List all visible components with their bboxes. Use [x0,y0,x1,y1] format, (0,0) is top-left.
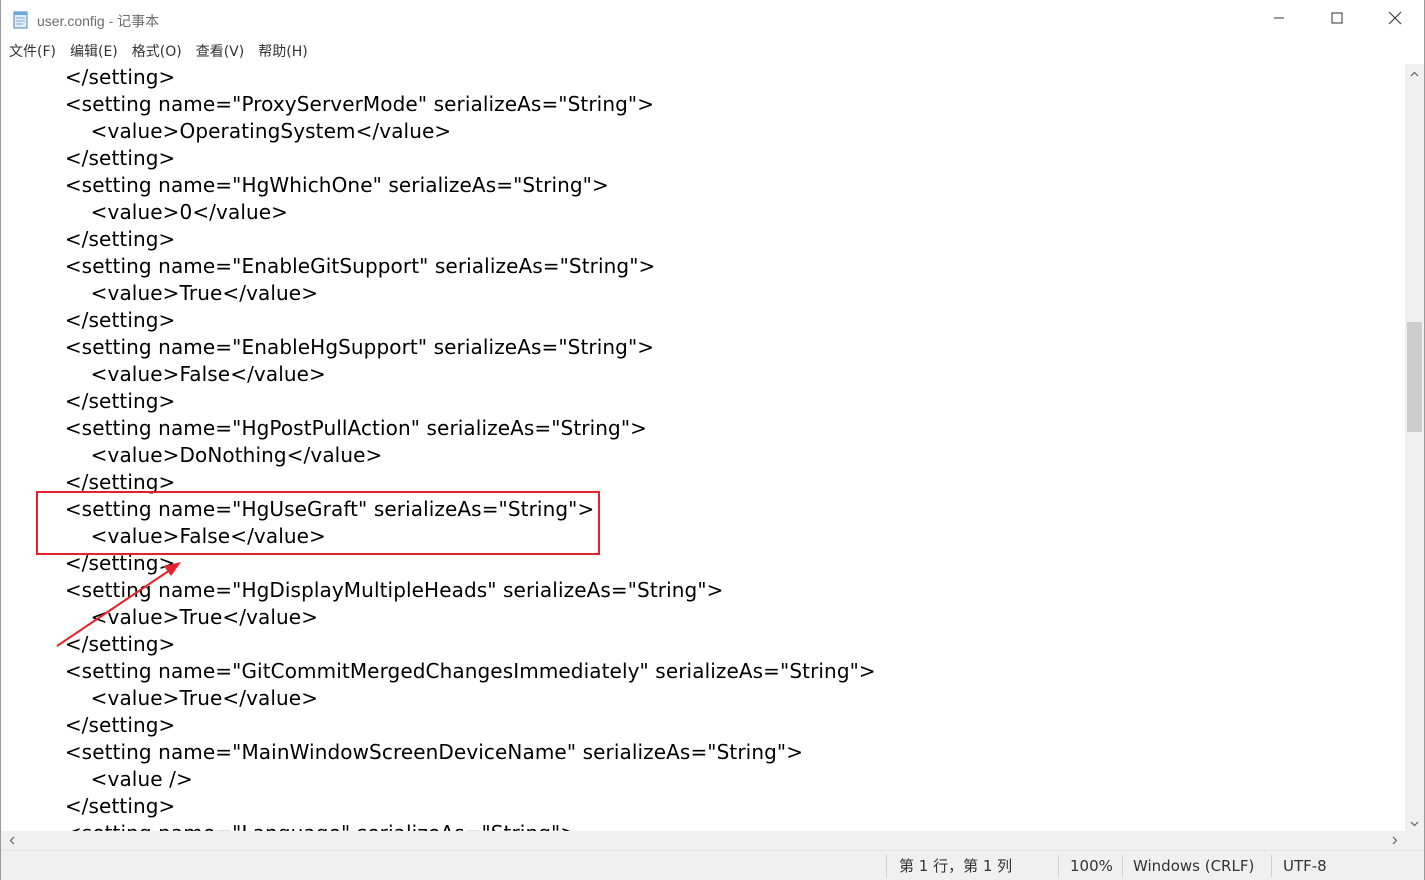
code-line: <setting name="HgDisplayMultipleHeads" s… [39,578,724,602]
notepad-window: user.config - 记事本 文件(F) 编辑(E) 格式(O) 查看(V… [0,0,1425,880]
code-line: </setting> [39,551,176,575]
code-line: <setting name="EnableGitSupport" seriali… [39,254,656,278]
scroll-down-button[interactable] [1405,814,1424,831]
close-icon [1388,11,1402,30]
window-title: user.config - 记事本 [37,13,160,29]
code-line: <value>True</value> [39,605,319,629]
menu-format[interactable]: 格式(O) [125,41,189,63]
code-line: <setting name="Language" serializeAs="St… [39,820,577,831]
code-line: <value>False</value> [39,524,326,548]
maximize-button[interactable] [1308,0,1366,40]
status-separator [1122,855,1123,877]
title-bar[interactable]: user.config - 记事本 [1,0,1424,40]
menu-bar: 文件(F) 编辑(E) 格式(O) 查看(V) 帮助(H) [1,40,1424,64]
code-line: </setting> [39,65,176,89]
status-separator [1058,855,1059,877]
code-line: </setting> [39,713,176,737]
chevron-right-icon [1392,832,1398,850]
menu-view[interactable]: 查看(V) [189,41,252,63]
code-line: <setting name="ProxyServerMode" serializ… [39,92,655,116]
code-line: <setting name="HgPostPullAction" seriali… [39,416,648,440]
scrollbar-corner [1405,831,1424,850]
code-line: <value>True</value> [39,281,319,305]
menu-edit[interactable]: 编辑(E) [63,41,125,63]
code-line: <value>True</value> [39,686,319,710]
code-line: </setting> [39,146,176,170]
scroll-right-button[interactable] [1386,831,1403,850]
chevron-up-icon [1410,64,1419,82]
code-line: <value>False</value> [39,362,326,386]
code-line: <value>0</value> [39,200,289,224]
chevron-left-icon [9,832,15,850]
code-line: <setting name="HgUseGraft" serializeAs="… [39,497,595,521]
menu-help[interactable]: 帮助(H) [251,41,314,63]
scroll-left-button[interactable] [3,831,20,850]
horizontal-scrollbar[interactable] [1,831,1405,850]
status-separator [886,855,887,877]
code-line: <value>OperatingSystem</value> [39,119,452,143]
scroll-up-button[interactable] [1405,64,1424,81]
code-line: </setting> [39,632,176,656]
chevron-down-icon [1410,814,1419,832]
menu-file[interactable]: 文件(F) [2,41,63,63]
vertical-scrollbar[interactable] [1405,64,1424,831]
code-line: <value>DoNothing</value> [39,443,383,467]
code-line: </setting> [39,794,176,818]
code-line: <setting name="EnableHgSupport" serializ… [39,335,655,359]
code-line: <value /> [39,767,193,791]
minimize-button[interactable] [1250,0,1308,40]
code-line: </setting> [39,227,176,251]
text-editor[interactable]: </setting> <setting name="ProxyServerMod… [1,64,1405,831]
notepad-icon [12,10,30,30]
encoding: UTF-8 [1283,857,1327,875]
minimize-icon [1273,11,1285,29]
code-line: </setting> [39,308,176,332]
close-button[interactable] [1366,0,1424,40]
maximize-icon [1331,11,1343,29]
status-bar: 第 1 行，第 1 列 100% Windows (CRLF) UTF-8 [1,850,1424,880]
code-line: </setting> [39,470,176,494]
status-separator [1271,855,1272,877]
code-line: <setting name="HgWhichOne" serializeAs="… [39,173,609,197]
vertical-scroll-thumb[interactable] [1407,322,1422,432]
cursor-position: 第 1 行，第 1 列 [899,857,1013,875]
line-ending: Windows (CRLF) [1133,857,1255,875]
code-line: <setting name="GitCommitMergedChangesImm… [39,659,876,683]
zoom-level: 100% [1070,857,1113,875]
code-line: </setting> [39,389,176,413]
code-line: <setting name="MainWindowScreenDeviceNam… [39,740,804,764]
